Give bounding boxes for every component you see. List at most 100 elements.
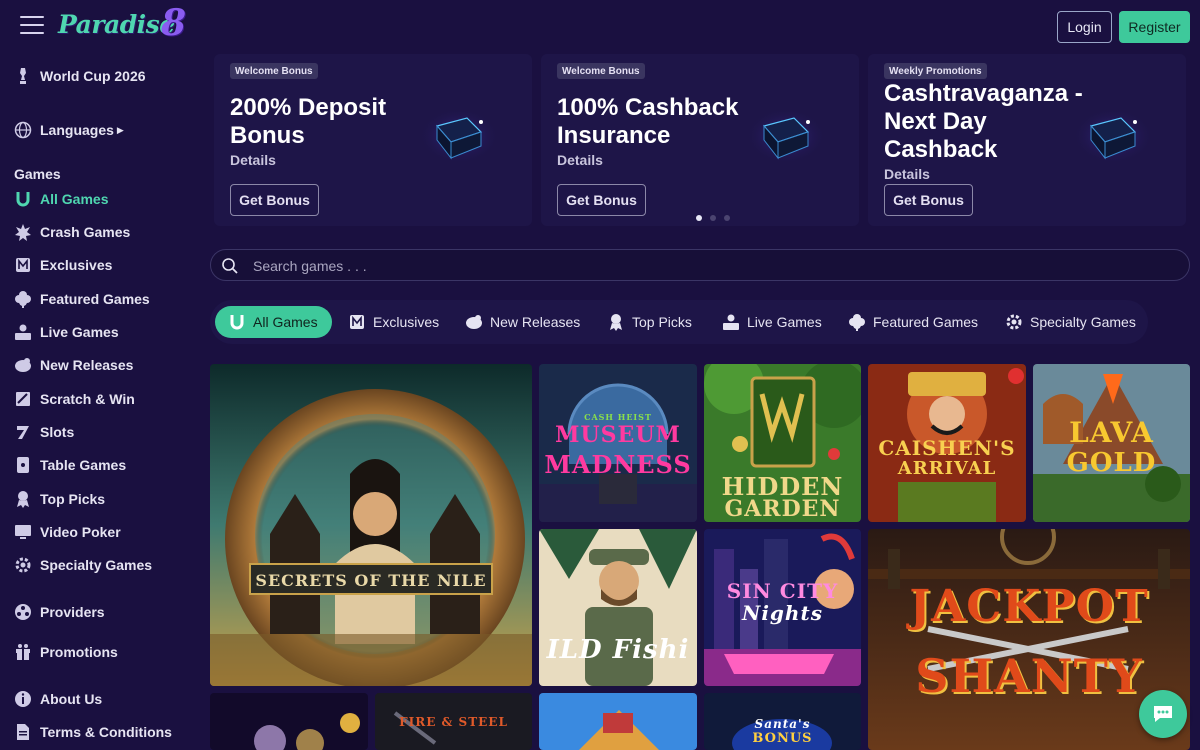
exclusive-icon: [347, 312, 367, 332]
live-dealer-icon: [721, 312, 741, 332]
game-title: JACKPOT: [909, 581, 1149, 632]
get-bonus-button[interactable]: Get Bonus: [884, 184, 973, 216]
games-heading: Games: [14, 166, 61, 182]
game-title: MUSEUM: [555, 422, 681, 448]
sidebar: World Cup 2026 Languages ▶ Games All Gam…: [0, 54, 200, 750]
login-button[interactable]: Login: [1057, 11, 1112, 43]
sidebar-item-crash-games[interactable]: Crash Games: [14, 221, 130, 243]
promo-card: Welcome Bonus 100% Cashback Insurance De…: [541, 54, 859, 226]
top-bar: Paradise 8 Login Register: [0, 0, 1200, 54]
tab-label: Exclusives: [373, 314, 440, 330]
paradise8-logo[interactable]: Paradise 8: [58, 2, 188, 48]
sidebar-item-exclusives[interactable]: Exclusives: [14, 254, 112, 276]
sidebar-item-label: About Us: [40, 691, 103, 707]
search-input[interactable]: Search games . . .: [210, 249, 1190, 281]
live-dealer-icon: [14, 323, 32, 341]
game-tile-partial[interactable]: [539, 693, 697, 750]
tab-live-games[interactable]: Live Games: [721, 306, 822, 338]
carousel-dot[interactable]: [710, 215, 716, 221]
game-tile-fire-and-steel[interactable]: FIRE & STEEL: [375, 693, 532, 750]
video-poker-icon: [14, 523, 32, 541]
game-tile-secrets-of-the-nile[interactable]: SECRETS OF THE NILE: [210, 364, 532, 686]
sidebar-item-live-games[interactable]: Live Games: [14, 321, 119, 343]
sidebar-item-top-picks[interactable]: Top Picks: [14, 488, 105, 510]
get-bonus-button[interactable]: Get Bonus: [557, 184, 646, 216]
sidebar-item-all-games[interactable]: All Games: [14, 188, 108, 210]
sidebar-item-label: Promotions: [40, 644, 118, 660]
gear-icon: [14, 556, 32, 574]
tab-featured-games[interactable]: Featured Games: [847, 306, 978, 338]
horseshoe-icon: [227, 312, 247, 332]
sidebar-item-label: Top Picks: [40, 491, 106, 507]
clover-icon: [14, 290, 32, 308]
sidebar-item-languages[interactable]: Languages ▶: [14, 119, 124, 141]
live-chat-button[interactable]: [1139, 690, 1187, 738]
sidebar-item-terms[interactable]: Terms & Conditions: [14, 721, 172, 743]
promo-card: Weekly Promotions Cashtravaganza - Next …: [868, 54, 1186, 226]
sidebar-item-label: Video Poker: [40, 524, 121, 540]
sidebar-item-slots[interactable]: Slots: [14, 421, 74, 443]
hamburger-menu-icon[interactable]: [20, 16, 44, 36]
sidebar-item-label: Languages: [40, 122, 114, 138]
get-bonus-button[interactable]: Get Bonus: [230, 184, 319, 216]
award-icon: [606, 312, 626, 332]
promo-title: Cashtravaganza - Next Day Cashback: [884, 80, 1083, 163]
sidebar-item-featured-games[interactable]: Featured Games: [14, 288, 150, 310]
promo-details-link[interactable]: Details: [884, 166, 930, 182]
clover-icon: [847, 312, 867, 332]
game-tile-lava-gold[interactable]: LAVA GOLD: [1033, 364, 1190, 522]
trophy-icon: [14, 67, 32, 85]
game-tile-santas-bonus[interactable]: Santa's BONUS: [704, 693, 861, 750]
register-button[interactable]: Register: [1119, 11, 1190, 43]
game-title: SIN CITY: [726, 579, 839, 603]
sidebar-item-label: Terms & Conditions: [40, 724, 172, 740]
promo-details-link[interactable]: Details: [230, 152, 276, 168]
sidebar-item-label: Scratch & Win: [40, 391, 135, 407]
tab-label: Live Games: [747, 314, 822, 330]
sidebar-item-scratch-win[interactable]: Scratch & Win: [14, 388, 135, 410]
game-title: BONUS: [752, 731, 813, 746]
game-tile-caishens-arrival[interactable]: CAISHEN'S ARRIVAL: [868, 364, 1026, 522]
game-tile-museum-madness[interactable]: CASH HEIST MUSEUM MADNESS: [539, 364, 697, 522]
sidebar-item-providers[interactable]: Providers: [14, 601, 105, 623]
game-artwork: [210, 364, 532, 686]
sidebar-item-table-games[interactable]: Table Games: [14, 454, 126, 476]
tab-label: All Games: [253, 314, 318, 330]
award-icon: [14, 490, 32, 508]
document-icon: [14, 723, 32, 741]
new-release-icon: [464, 312, 484, 332]
sidebar-item-new-releases[interactable]: New Releases: [14, 354, 133, 376]
carousel-dot[interactable]: [696, 215, 702, 221]
carousel-dot[interactable]: [724, 215, 730, 221]
game-tile-wild-fishing[interactable]: ILD Fishi: [539, 529, 697, 686]
game-tile-sin-city-nights[interactable]: SIN CITY Nights: [704, 529, 861, 686]
seven-icon: [14, 423, 32, 441]
sidebar-item-world-cup[interactable]: World Cup 2026: [14, 65, 146, 87]
tab-all-games[interactable]: All Games: [215, 306, 332, 338]
promo-title: 200% Deposit Bonus: [230, 94, 387, 149]
tab-exclusives[interactable]: Exclusives: [347, 306, 439, 338]
promo-badge: Welcome Bonus: [230, 63, 318, 79]
sidebar-item-video-poker[interactable]: Video Poker: [14, 521, 121, 543]
sidebar-item-specialty-games[interactable]: Specialty Games: [14, 554, 152, 576]
promo-details-link[interactable]: Details: [557, 152, 603, 168]
game-artwork: [539, 693, 697, 750]
tab-label: Featured Games: [873, 314, 979, 330]
search-icon: [222, 258, 238, 274]
gift-icon: [14, 643, 32, 661]
tab-new-releases[interactable]: New Releases: [464, 306, 580, 338]
globe-icon: [14, 121, 32, 139]
tab-specialty-games[interactable]: Specialty Games: [1004, 306, 1136, 338]
sidebar-item-promotions[interactable]: Promotions: [14, 641, 118, 663]
sidebar-item-about-us[interactable]: About Us: [14, 688, 102, 710]
gift-box-illustration: [746, 108, 826, 164]
game-tile-partial[interactable]: [210, 693, 368, 750]
sidebar-item-label: Table Games: [40, 457, 127, 473]
gift-box-illustration: [1073, 108, 1153, 164]
tab-top-picks[interactable]: Top Picks: [606, 306, 692, 338]
game-tile-hidden-garden[interactable]: HIDDEN GARDEN: [704, 364, 861, 522]
game-title: SHANTY: [915, 649, 1143, 703]
logo-wordmark: Paradise: [58, 10, 175, 39]
search-placeholder: Search games . . .: [253, 258, 367, 274]
gear-icon: [1004, 312, 1024, 332]
